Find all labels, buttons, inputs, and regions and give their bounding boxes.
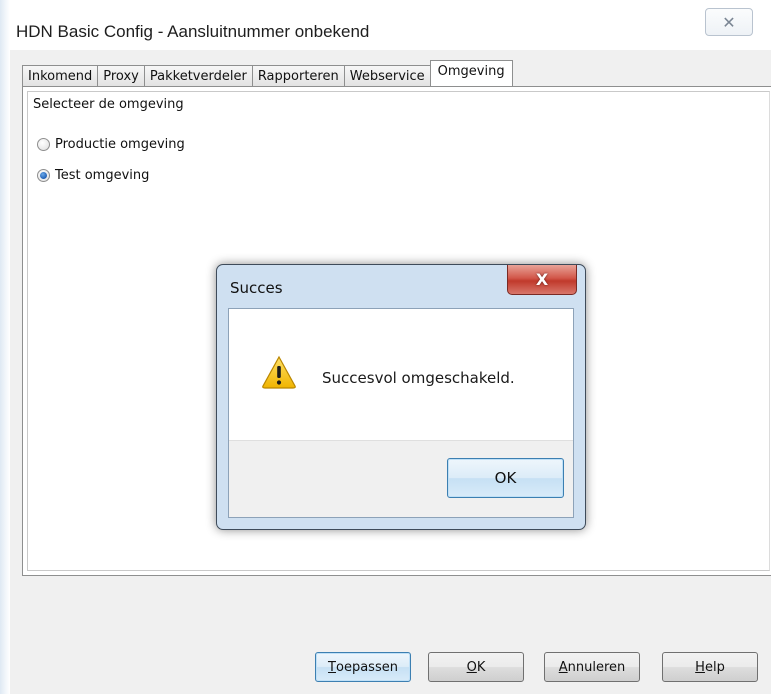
apply-mnemonic: T bbox=[328, 659, 336, 675]
cancel-label-rest: nnuleren bbox=[567, 659, 626, 675]
help-button[interactable]: Help bbox=[662, 652, 758, 682]
dialog-title: Succes bbox=[230, 279, 283, 297]
tab-omgeving[interactable]: Omgeving bbox=[429, 60, 513, 86]
radio-test[interactable]: Test omgeving bbox=[37, 168, 149, 183]
window-close-button[interactable]: ✕ bbox=[705, 8, 753, 36]
cancel-mnemonic: A bbox=[558, 659, 568, 675]
radio-productie[interactable]: Productie omgeving bbox=[37, 137, 185, 152]
ok-mnemonic: O bbox=[466, 659, 477, 675]
tab-strip: Inkomend Proxy Pakketverdeler Rapportere… bbox=[22, 60, 513, 86]
tab-pakketverdeler[interactable]: Pakketverdeler bbox=[143, 65, 253, 86]
tab-rapporteren[interactable]: Rapporteren bbox=[251, 65, 345, 86]
radio-button-unchecked[interactable] bbox=[37, 138, 50, 151]
ok-button[interactable]: OK bbox=[428, 652, 524, 682]
close-icon: X bbox=[535, 270, 549, 289]
warning-icon bbox=[262, 355, 296, 389]
apply-button[interactable]: Toepassen bbox=[315, 652, 411, 682]
tab-inkomend[interactable]: Inkomend bbox=[22, 65, 99, 86]
dialog-message: Succesvol omgeschakeld. bbox=[322, 369, 515, 387]
close-icon: ✕ bbox=[722, 12, 736, 32]
radio-label-test: Test omgeving bbox=[55, 168, 150, 183]
apply-label-rest: oepassen bbox=[336, 659, 398, 675]
tab-proxy[interactable]: Proxy bbox=[97, 65, 145, 86]
dialog-ok-button[interactable]: OK bbox=[447, 458, 564, 498]
help-mnemonic: H bbox=[695, 659, 705, 675]
tab-webservice[interactable]: Webservice bbox=[343, 65, 431, 86]
window-left-edge bbox=[0, 0, 10, 694]
dialog-close-button[interactable]: X bbox=[507, 265, 577, 295]
environment-group-label: Selecteer de omgeving bbox=[33, 97, 184, 112]
radio-label-productie: Productie omgeving bbox=[55, 137, 185, 152]
ok-label-rest: K bbox=[476, 659, 486, 675]
success-dialog: Succes X Succesvol omgeschakeld. OK bbox=[216, 264, 586, 530]
main-window: HDN Basic Config - Aansluitnummer onbeke… bbox=[0, 0, 771, 694]
radio-button-checked[interactable] bbox=[37, 169, 50, 182]
help-label-rest: elp bbox=[704, 659, 725, 675]
dialog-content: Succesvol omgeschakeld. OK bbox=[228, 308, 574, 518]
cancel-button[interactable]: Annuleren bbox=[544, 652, 640, 682]
window-title: HDN Basic Config - Aansluitnummer onbeke… bbox=[16, 22, 370, 41]
